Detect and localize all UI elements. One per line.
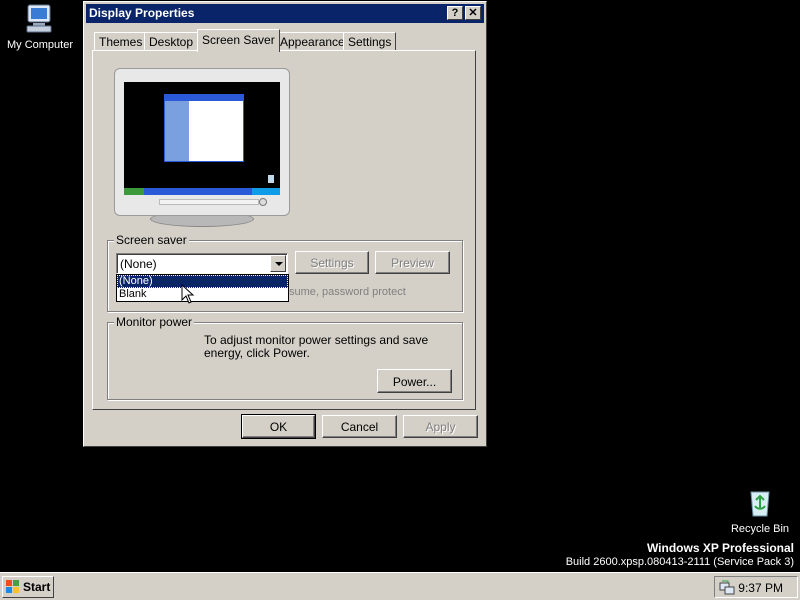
screen-saver-dropdown-list: (None) Blank bbox=[116, 274, 289, 302]
cancel-button[interactable]: Cancel bbox=[322, 415, 397, 438]
desktop-icon-my-computer[interactable]: My Computer bbox=[4, 2, 76, 51]
tab-desktop[interactable]: Desktop bbox=[144, 32, 199, 51]
monitor-power-description: To adjust monitor power settings and sav… bbox=[204, 333, 429, 360]
close-button[interactable]: ✕ bbox=[465, 6, 481, 20]
desktop-icon-label: My Computer bbox=[6, 39, 74, 51]
system-tray: 9:37 PM bbox=[714, 576, 798, 598]
help-button[interactable]: ? bbox=[447, 6, 463, 20]
dropdown-option-none[interactable]: (None) bbox=[117, 275, 288, 288]
tab-themes[interactable]: Themes bbox=[94, 32, 148, 51]
clock[interactable]: 9:37 PM bbox=[738, 581, 783, 595]
network-icon[interactable] bbox=[719, 579, 735, 598]
screen-saver-select-value: (None) bbox=[120, 257, 157, 271]
os-build-watermark: Build 2600.xpsp.080413-2111 (Service Pac… bbox=[565, 556, 794, 568]
screen-saver-select[interactable]: (None) bbox=[116, 253, 288, 274]
preview-button[interactable]: Preview bbox=[375, 251, 450, 274]
tab-appearance[interactable]: Appearance bbox=[275, 32, 350, 51]
preview-window-thumbnail bbox=[164, 94, 244, 162]
window-title: Display Properties bbox=[89, 6, 195, 20]
preview-taskbar bbox=[124, 188, 280, 195]
apply-button[interactable]: Apply bbox=[403, 415, 478, 438]
power-button[interactable]: Power... bbox=[377, 369, 452, 393]
windows-logo-icon bbox=[6, 580, 20, 597]
monitor-power-light bbox=[259, 198, 267, 206]
preview-recycle-icon bbox=[268, 175, 274, 183]
tab-screen-saver[interactable]: Screen Saver bbox=[197, 29, 280, 52]
password-protect-label: sume, password protect bbox=[289, 286, 406, 298]
dropdown-option-blank[interactable]: Blank bbox=[117, 288, 288, 301]
monitor-power-group-label: Monitor power bbox=[114, 315, 195, 329]
os-edition-watermark: Windows XP Professional bbox=[646, 541, 794, 555]
monitor-bezel-slot bbox=[159, 199, 259, 205]
screen-saver-group-label: Screen saver bbox=[114, 233, 189, 247]
start-label: Start bbox=[23, 580, 51, 594]
settings-button[interactable]: Settings bbox=[295, 251, 369, 274]
recycle-bin-icon bbox=[726, 486, 794, 521]
start-button[interactable]: Start bbox=[2, 576, 54, 598]
title-bar[interactable]: Display Properties ? ✕ bbox=[86, 4, 484, 23]
chevron-down-icon[interactable] bbox=[270, 255, 286, 272]
monitor-preview bbox=[114, 68, 290, 216]
close-icon: ✕ bbox=[468, 7, 478, 19]
ok-button[interactable]: OK bbox=[241, 414, 316, 439]
mouse-cursor-icon bbox=[181, 283, 195, 307]
tab-settings[interactable]: Settings bbox=[343, 32, 397, 51]
my-computer-icon bbox=[4, 2, 76, 37]
desktop-icon-recycle-bin[interactable]: Recycle Bin bbox=[726, 486, 794, 535]
desktop-icon-label: Recycle Bin bbox=[730, 523, 790, 535]
taskbar: Start 9:37 PM bbox=[0, 572, 800, 600]
monitor-preview-screen bbox=[124, 82, 280, 195]
